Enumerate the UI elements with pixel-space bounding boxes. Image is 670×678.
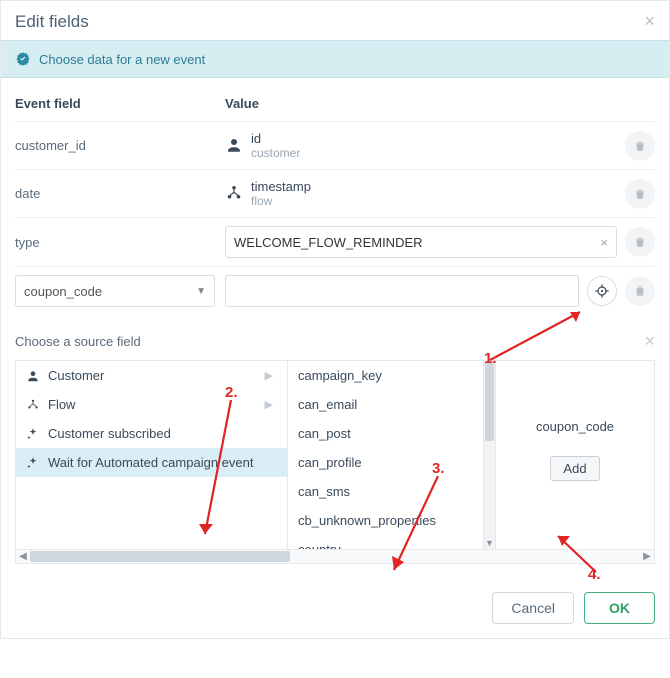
source-category-list: Customer ▶ Flow ▶ Customer subscribed Wa… xyxy=(16,361,287,477)
source-field-item[interactable]: can_post xyxy=(288,419,483,448)
source-category-item[interactable]: Wait for Automated campaign event xyxy=(16,448,287,477)
clear-input-icon[interactable]: × xyxy=(600,235,608,250)
event-field-select-value: coupon_code xyxy=(24,284,102,299)
badge-check-icon xyxy=(15,51,31,67)
chevron-right-icon: ▶ xyxy=(265,369,277,382)
source-field-item[interactable]: cb_unknown_properties xyxy=(288,506,483,535)
chevron-down-icon: ▼ xyxy=(196,286,206,297)
source-field-list: campaign_key can_email can_post can_prof… xyxy=(288,361,483,549)
trash-icon xyxy=(633,139,647,153)
vertical-scrollbar[interactable]: ▼ xyxy=(483,361,495,549)
delete-row-button[interactable] xyxy=(625,227,655,257)
source-field-item[interactable]: campaign_key xyxy=(288,361,483,390)
scrollbar-thumb[interactable] xyxy=(30,551,290,562)
flow-icon xyxy=(225,184,243,202)
type-value-input[interactable]: WELCOME_FLOW_REMINDER × xyxy=(225,226,617,258)
source-close-icon[interactable]: × xyxy=(644,331,655,352)
field-row: customer_id id customer xyxy=(15,122,655,170)
person-icon xyxy=(26,369,40,383)
delete-row-button[interactable] xyxy=(625,179,655,209)
source-category-item[interactable]: Customer subscribed xyxy=(16,419,287,448)
source-section-title: Choose a source field xyxy=(15,334,141,349)
dialog-title: Edit fields xyxy=(15,12,89,32)
dialog-close-icon[interactable]: × xyxy=(644,11,655,32)
info-bar-text: Choose data for a new event xyxy=(39,52,205,67)
selected-field-label: coupon_code xyxy=(536,419,614,434)
person-icon xyxy=(225,136,243,154)
horizontal-scrollbar[interactable]: ◀ ▶ xyxy=(15,550,655,564)
pick-source-button[interactable] xyxy=(587,276,617,306)
field-row-new: coupon_code ▼ xyxy=(15,267,655,315)
field-name: type xyxy=(15,235,225,250)
scroll-down-icon[interactable]: ▼ xyxy=(484,537,495,549)
trash-icon xyxy=(633,235,647,249)
source-category-item[interactable]: Customer ▶ xyxy=(16,361,287,390)
add-button[interactable]: Add xyxy=(550,456,599,481)
scroll-left-icon[interactable]: ◀ xyxy=(16,551,30,562)
event-field-select[interactable]: coupon_code ▼ xyxy=(15,275,215,307)
value-top: id xyxy=(251,131,300,147)
chevron-right-icon: ▶ xyxy=(265,398,277,411)
ok-button[interactable]: OK xyxy=(584,592,655,624)
source-field-item[interactable]: can_profile xyxy=(288,448,483,477)
value-bottom: flow xyxy=(251,194,311,208)
source-field-item[interactable]: country xyxy=(288,535,483,549)
header-event-field: Event field xyxy=(15,96,225,111)
field-row-type: type WELCOME_FLOW_REMINDER × xyxy=(15,218,655,267)
field-name: customer_id xyxy=(15,138,225,153)
header-value: Value xyxy=(225,96,655,111)
field-row: date timestamp flow xyxy=(15,170,655,218)
info-bar: Choose data for a new event xyxy=(1,40,669,78)
columns-header: Event field Value xyxy=(15,86,655,122)
delete-row-button[interactable] xyxy=(625,276,655,306)
value-bottom: customer xyxy=(251,146,300,160)
scrollbar-thumb[interactable] xyxy=(485,361,494,441)
scroll-right-icon[interactable]: ▶ xyxy=(640,551,654,562)
type-value-text: WELCOME_FLOW_REMINDER xyxy=(234,235,423,250)
new-value-input[interactable] xyxy=(225,275,579,307)
source-category-item[interactable]: Flow ▶ xyxy=(16,390,287,419)
delete-row-button[interactable] xyxy=(625,131,655,161)
trash-icon xyxy=(633,187,647,201)
cancel-button[interactable]: Cancel xyxy=(492,592,574,624)
flow-icon xyxy=(26,398,40,412)
field-name: date xyxy=(15,186,225,201)
trash-icon xyxy=(633,284,647,298)
sparkle-icon xyxy=(26,456,40,470)
target-icon xyxy=(594,283,610,299)
source-field-item[interactable]: can_sms xyxy=(288,477,483,506)
value-top: timestamp xyxy=(251,179,311,195)
sparkle-icon xyxy=(26,427,40,441)
source-picker: Customer ▶ Flow ▶ Customer subscribed Wa… xyxy=(15,360,655,550)
source-field-item[interactable]: can_email xyxy=(288,390,483,419)
